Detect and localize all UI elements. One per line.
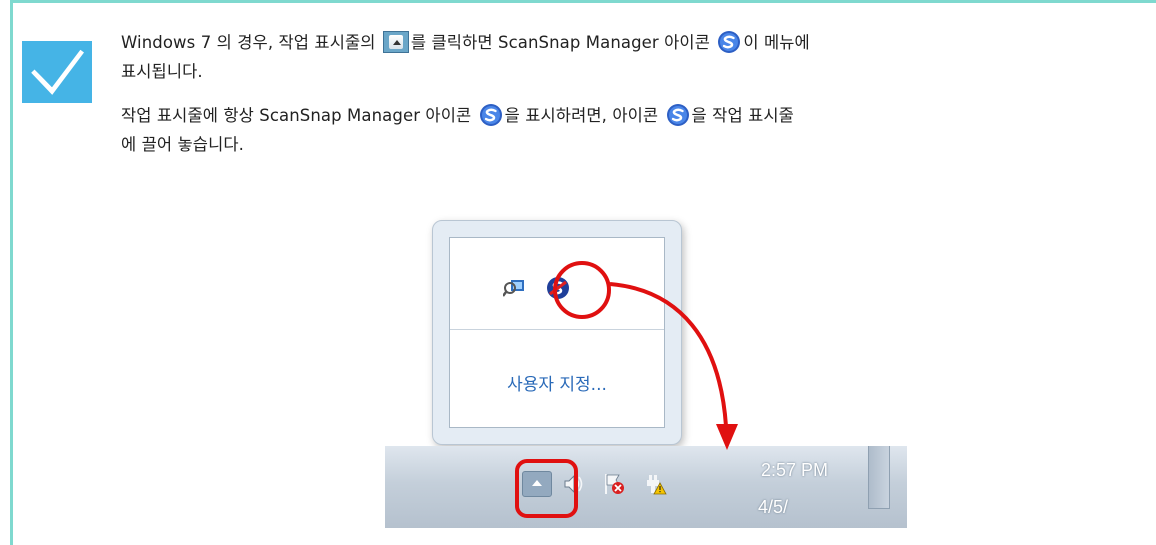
scansnap-manager-icon (479, 103, 503, 127)
network-search-icon[interactable] (502, 278, 525, 298)
customize-link[interactable]: 사용자 지정... (450, 370, 664, 395)
paragraph-windows7: Windows 7 의 경우, 작업 표시줄의 를 클릭하면 ScanSnap … (121, 30, 1121, 89)
text-p1-b: 를 클릭하면 ScanSnap Manager 아이콘 (410, 33, 710, 52)
volume-icon[interactable] (561, 472, 585, 496)
scansnap-manager-icon (666, 103, 690, 127)
show-desktop-button[interactable] (868, 446, 890, 509)
power-warning-icon[interactable] (643, 472, 667, 496)
text-p1-a: Windows 7 의 경우, 작업 표시줄의 (121, 33, 376, 52)
checkmark-icon (22, 41, 92, 103)
show-hidden-icons-button-icon (382, 30, 409, 53)
show-hidden-icons-button[interactable] (522, 471, 552, 497)
text-p2-line2: 에 끌어 놓습니다. (121, 135, 244, 154)
text-p1-c: 이 메뉴에 (743, 33, 810, 52)
taskbar-notification-area: 2:57 PM 4/5/ (385, 446, 907, 528)
clock-time[interactable]: 2:57 PM (761, 460, 828, 481)
popup-divider (450, 329, 664, 330)
text-p2-b: 을 표시하려면, 아이콘 (504, 106, 659, 125)
text-p1-line2: 표시됩니다. (121, 62, 203, 81)
clock-date[interactable]: 4/5/ (758, 497, 788, 518)
scansnap-manager-icon (717, 30, 741, 54)
action-center-flag-icon[interactable] (602, 472, 626, 496)
text-p2-c: 을 작업 표시줄 (691, 106, 794, 125)
text-p2-a: 작업 표시줄에 항상 ScanSnap Manager 아이콘 (121, 106, 472, 125)
popup-panel: 사용자 지정... (449, 237, 665, 428)
notification-overflow-popup: 사용자 지정... (432, 220, 682, 445)
paragraph-always-show: 작업 표시줄에 항상 ScanSnap Manager 아이콘 을 표시하려면,… (121, 103, 1121, 162)
scansnap-manager-tray-icon[interactable] (545, 275, 571, 301)
